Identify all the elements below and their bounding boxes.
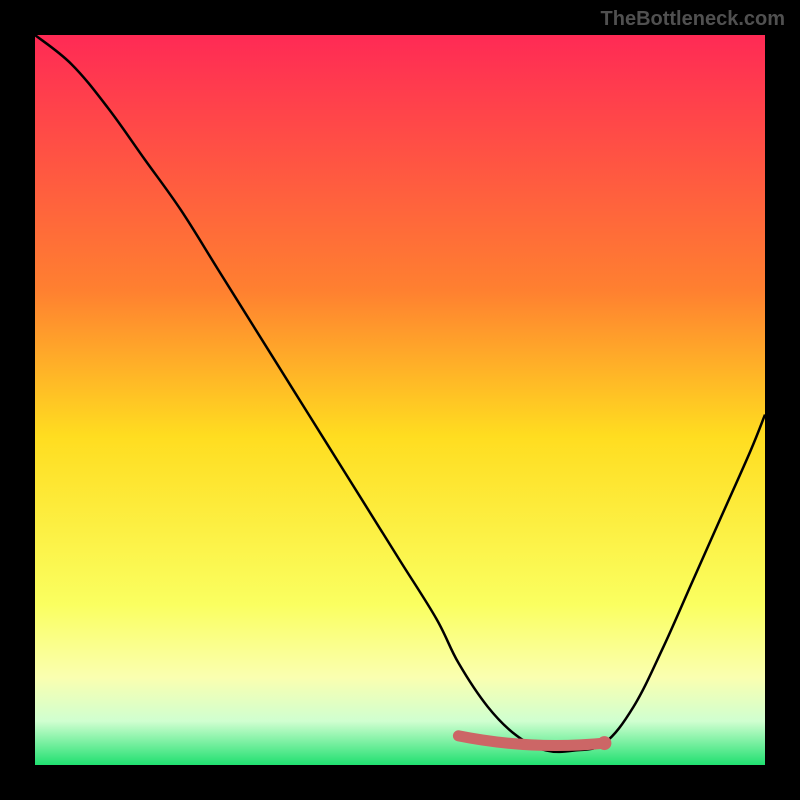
configuration-marker — [597, 736, 611, 750]
bottleneck-chart — [35, 35, 765, 765]
plot-area — [35, 35, 765, 765]
gradient-background — [35, 35, 765, 765]
chart-container: TheBottleneck.com — [0, 0, 800, 800]
watermark-text: TheBottleneck.com — [601, 8, 785, 31]
